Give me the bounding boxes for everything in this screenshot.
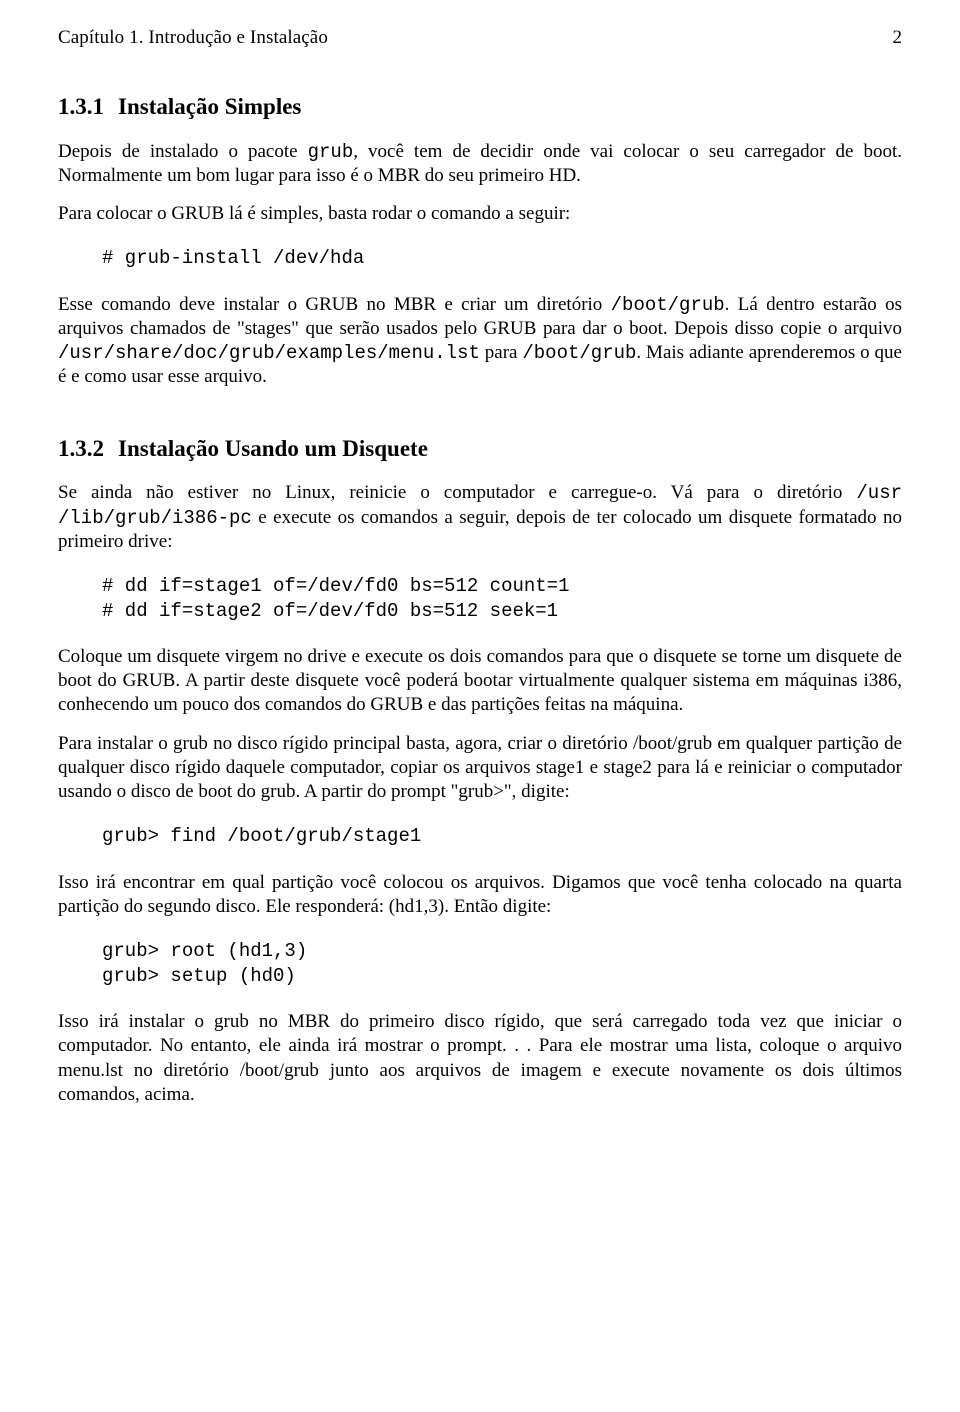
text: para xyxy=(480,342,523,363)
paragraph: Esse comando deve instalar o GRUB no MBR… xyxy=(58,293,902,390)
paragraph: Depois de instalado o pacote grub, você … xyxy=(58,140,902,188)
code-block: # dd if=stage1 of=/dev/fd0 bs=512 count=… xyxy=(58,574,902,623)
text: Isso irá instalar o grub no MBR do prime… xyxy=(58,1011,902,1104)
inline-code: /boot/grub xyxy=(522,342,636,364)
code-block: # grub-install /dev/hda xyxy=(58,246,902,271)
section-number: 1.3.2 xyxy=(58,436,104,461)
section-title: Instalação Simples xyxy=(118,94,301,119)
paragraph: Isso irá encontrar em qual partição você… xyxy=(58,871,902,919)
text: Se ainda não estiver no Linux, reinicie … xyxy=(58,482,856,503)
paragraph: Para instalar o grub no disco rígido pri… xyxy=(58,732,902,804)
inline-code: /boot/grub xyxy=(611,294,725,316)
code-block: grub> find /boot/grub/stage1 xyxy=(58,824,902,849)
text: Isso irá encontrar em qual partição você… xyxy=(58,872,902,917)
spacer xyxy=(58,404,902,434)
paragraph: Isso irá instalar o grub no MBR do prime… xyxy=(58,1010,902,1107)
text: Depois de instalado o pacote xyxy=(58,141,308,162)
inline-code: /usr/share/doc/grub/examples/menu.lst xyxy=(58,342,480,364)
text: Coloque um disquete virgem no drive e ex… xyxy=(58,646,902,715)
chapter-title: Capítulo 1. Introdução e Instalação xyxy=(58,26,328,50)
text: Para instalar o grub no disco rígido pri… xyxy=(58,733,902,802)
paragraph: Coloque um disquete virgem no drive e ex… xyxy=(58,645,902,717)
section-number: 1.3.1 xyxy=(58,94,104,119)
document-page: Capítulo 1. Introdução e Instalação 2 1.… xyxy=(0,0,960,1412)
page-number: 2 xyxy=(893,26,903,50)
text: Esse comando deve instalar o GRUB no MBR… xyxy=(58,294,611,315)
inline-code: grub xyxy=(308,141,354,163)
paragraph: Se ainda não estiver no Linux, reinicie … xyxy=(58,481,902,553)
section-title: Instalação Usando um Disquete xyxy=(118,436,428,461)
paragraph: Para colocar o GRUB lá é simples, basta … xyxy=(58,202,902,226)
section-heading-132: 1.3.2 Instalação Usando um Disquete xyxy=(58,434,902,464)
text: Para colocar o GRUB lá é simples, basta … xyxy=(58,203,570,224)
code-block: grub> root (hd1,3) grub> setup (hd0) xyxy=(58,939,902,988)
page-header: Capítulo 1. Introdução e Instalação 2 xyxy=(58,26,902,50)
section-heading-131: 1.3.1 Instalação Simples xyxy=(58,92,902,122)
